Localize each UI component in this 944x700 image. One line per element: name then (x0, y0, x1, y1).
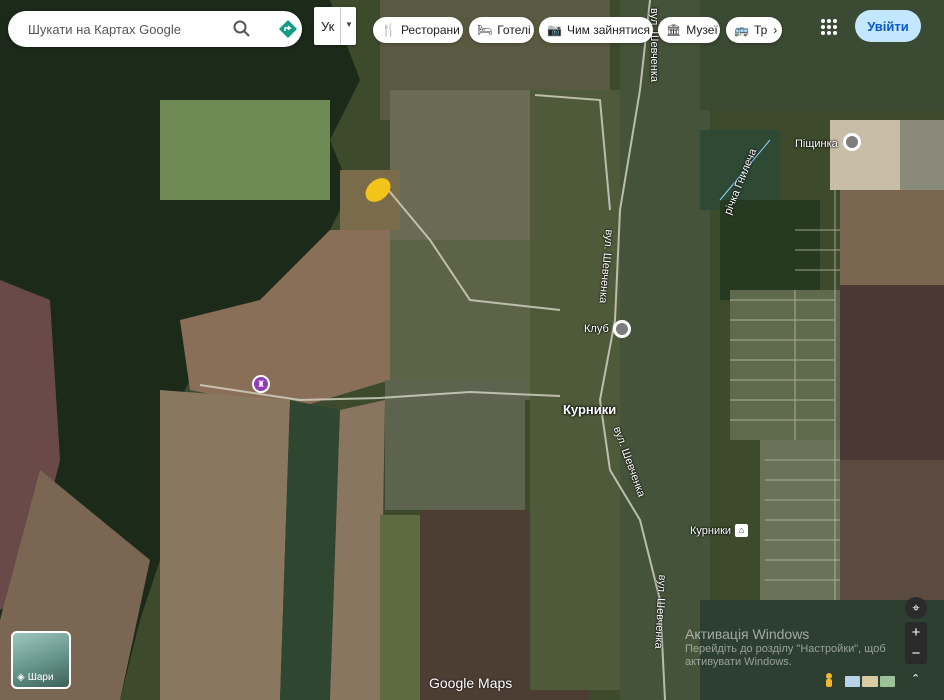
windows-activation-text: Перейдіть до розділу "Настройки", щоб ак… (685, 643, 886, 668)
transit-icon: 🚌 (734, 23, 749, 37)
search-box[interactable] (8, 11, 302, 47)
club-pin-icon[interactable] (613, 320, 631, 338)
chip-things-to-do-label: Чим зайнятися (566, 23, 650, 37)
sandpit-pin-icon[interactable] (843, 133, 861, 151)
pegman-icon[interactable] (822, 672, 836, 690)
layers-label: Шари (27, 672, 54, 683)
chip-transit[interactable]: 🚌 Тр › (726, 17, 782, 43)
language-button[interactable]: Ук ▼ (314, 7, 356, 45)
chip-hotels-label: Готелі (497, 23, 531, 37)
chevron-right-icon[interactable]: › (773, 23, 777, 37)
satellite-map[interactable] (0, 0, 944, 700)
thumbnail-3[interactable] (879, 676, 895, 687)
chip-things-to-do[interactable]: 📷 Чим зайнятися (539, 17, 653, 43)
road-label-shevchenka-1: вул. Шевченка (648, 8, 660, 83)
search-input[interactable] (26, 20, 220, 38)
sandpit-label[interactable]: Піщинка (795, 138, 838, 150)
imagery-thumbnails[interactable] (845, 676, 895, 687)
search-icon[interactable] (232, 19, 252, 39)
chip-restaurants-label: Ресторани (400, 23, 460, 37)
fork-knife-icon: 🍴 (381, 23, 396, 37)
my-location-button[interactable]: ⌖ (905, 597, 927, 619)
language-label: Ук (321, 18, 335, 34)
layers-icon: ◈ (17, 672, 25, 683)
crosshair-icon: ⌖ (912, 600, 920, 615)
chip-museums[interactable]: 🏛 Музеї (658, 17, 720, 43)
language-separator (340, 7, 341, 45)
chevron-down-icon[interactable]: ▼ (345, 20, 353, 29)
chip-restaurants[interactable]: 🍴 Ресторани (373, 17, 463, 43)
chip-hotels[interactable]: 🛏 Готелі (469, 17, 534, 43)
camera-icon: 📷 (547, 23, 562, 37)
thumbnail-2[interactable] (862, 676, 878, 687)
chip-museums-label: Музеї (686, 23, 718, 37)
expand-up-icon[interactable]: ⌃ (911, 672, 920, 685)
thumbnail-1[interactable] (845, 676, 861, 687)
layers-button[interactable]: ◈ Шари (11, 631, 71, 689)
layers-label-wrap: ◈ Шари (17, 672, 54, 683)
chip-transit-label: Тр (753, 23, 768, 37)
directions-icon[interactable] (278, 19, 298, 39)
zoom-in-button[interactable]: + (905, 622, 927, 643)
museum-icon: 🏛 (666, 23, 682, 37)
monument-pin-icon[interactable]: ♜ (252, 375, 270, 393)
club-label[interactable]: Клуб (584, 323, 609, 335)
train-station-icon[interactable]: ⌂ (735, 524, 748, 537)
google-maps-logo: Google Maps (429, 675, 513, 691)
apps-grid-icon[interactable] (819, 17, 839, 37)
station-label[interactable]: Курники (690, 525, 731, 537)
sign-in-button[interactable]: Увійти (855, 10, 921, 42)
town-label[interactable]: Курники (563, 402, 616, 417)
bed-icon: 🛏 (477, 23, 493, 37)
windows-activation-title: Активація Windows (685, 626, 810, 642)
